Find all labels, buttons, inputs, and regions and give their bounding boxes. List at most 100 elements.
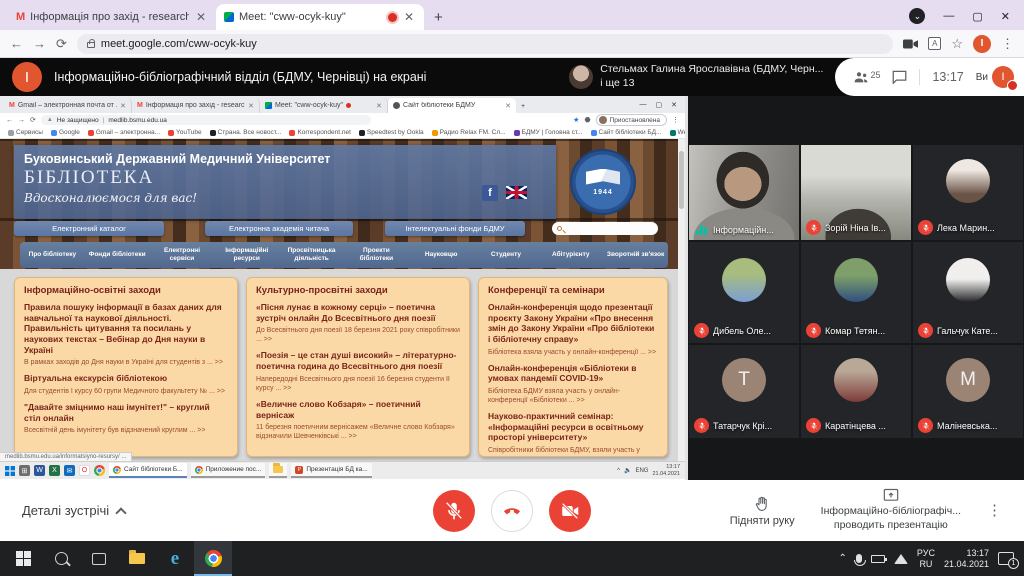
close-icon[interactable]: ✕ bbox=[505, 102, 511, 110]
translate-icon[interactable]: А bbox=[928, 37, 941, 50]
taskbar-window-presentation[interactable]: PПрезентація БД ка... bbox=[291, 463, 371, 478]
participant-tile-video[interactable]: Зорій Ніна Ів... bbox=[801, 145, 911, 240]
inner-lang[interactable]: ENG bbox=[635, 468, 648, 474]
mic-in-use-icon[interactable] bbox=[856, 554, 862, 563]
back-button[interactable]: ← bbox=[10, 36, 23, 51]
close-icon[interactable]: ✕ bbox=[402, 10, 416, 24]
participant-tile[interactable]: Каратінцева ... bbox=[801, 345, 911, 438]
sharing-paused-pill[interactable]: Приостановлена bbox=[596, 114, 667, 126]
nav-student[interactable]: Студенту bbox=[474, 251, 539, 259]
start-button[interactable] bbox=[5, 466, 15, 476]
close-button[interactable]: ✕ bbox=[671, 101, 677, 109]
menu-dots-icon[interactable]: ⋮ bbox=[1001, 36, 1014, 52]
language-indicator[interactable]: РУС RU bbox=[917, 548, 935, 570]
article-title[interactable]: «Поезія – це стан душі високий» – літера… bbox=[256, 350, 460, 371]
camera-off-button[interactable] bbox=[549, 490, 591, 532]
nav-feedback[interactable]: Зворотній зв'язок bbox=[603, 251, 668, 259]
bookmark-star-icon[interactable]: ☆ bbox=[951, 36, 963, 52]
volume-icon[interactable]: 🔈 bbox=[624, 467, 631, 474]
opera-icon[interactable]: O bbox=[79, 465, 90, 476]
funds-button[interactable]: Інтелектуальні фонди БДМУ bbox=[385, 221, 525, 236]
notification-center-icon[interactable]: 1 bbox=[998, 552, 1014, 565]
article-teaser[interactable]: Бібліотека взяла участь у онлайн-конфере… bbox=[488, 348, 658, 357]
forward-button[interactable]: → bbox=[18, 117, 25, 124]
mute-mic-button[interactable] bbox=[433, 490, 475, 532]
article-title[interactable]: Правила пошуку інформації в базах даних … bbox=[24, 302, 228, 355]
edge-icon[interactable]: e bbox=[156, 541, 194, 576]
article-title[interactable]: «Величне слово Кобзаря» – поетичний верн… bbox=[256, 399, 460, 420]
article-teaser[interactable]: Напередодні Всесвітнього дня поезії 16 б… bbox=[256, 375, 460, 393]
inner-tab-gmail[interactable]: M Gmail – электронная почта от ...✕ bbox=[4, 98, 132, 113]
chrome-icon[interactable] bbox=[94, 465, 105, 476]
inner-clock[interactable]: 13:17 21.04.2021 bbox=[652, 464, 680, 478]
chat-icon[interactable] bbox=[892, 70, 907, 84]
taskbar-window-app[interactable]: Приложение пос... bbox=[191, 463, 266, 478]
participants-button[interactable]: 25 bbox=[853, 70, 880, 84]
task-view-button[interactable] bbox=[80, 541, 118, 576]
taskbar-window-library[interactable]: Сайт бібліотеки Б... bbox=[109, 463, 187, 478]
nav-funds[interactable]: Фонди бібліотеки bbox=[85, 251, 150, 259]
address-bar[interactable]: meet.google.com/cww-ocyk-kuy bbox=[77, 34, 893, 54]
close-icon[interactable]: ✕ bbox=[248, 102, 254, 110]
word-icon[interactable]: W bbox=[34, 465, 45, 476]
article-title[interactable]: Науково-практичний семінар: «Інформаційн… bbox=[488, 411, 658, 443]
bookmark-item[interactable]: Страна. Все новост... bbox=[210, 129, 282, 136]
inner-tab-library[interactable]: Сайт бібліотеки БДМУ✕ bbox=[388, 98, 516, 113]
article-teaser[interactable]: В рамках заходів до Дня науки в Україні … bbox=[24, 358, 228, 367]
file-explorer-icon[interactable] bbox=[118, 541, 156, 576]
chrome-icon[interactable] bbox=[194, 541, 232, 576]
bookmark-item[interactable]: Сайт бібліотеки БД... bbox=[591, 129, 662, 136]
forward-button[interactable]: → bbox=[33, 36, 46, 51]
bookmark-item[interactable]: Korrespondent.net bbox=[289, 129, 350, 136]
maximize-button[interactable]: ▢ bbox=[656, 101, 663, 109]
uk-flag-icon[interactable] bbox=[506, 186, 527, 199]
article-teaser[interactable]: Бібліотека БДМУ взяла участь у онлайн-ко… bbox=[488, 387, 658, 405]
bookmark-item[interactable]: Speedtest by Ookla bbox=[359, 129, 424, 136]
reload-button[interactable]: ⟳ bbox=[30, 116, 36, 124]
nav-scientist[interactable]: Науковцю bbox=[409, 251, 474, 259]
nav-applicant[interactable]: Абітурієнту bbox=[538, 251, 603, 259]
article-teaser[interactable]: Всесвітній день імунітету був відзначени… bbox=[24, 426, 228, 435]
catalog-button[interactable]: Електронний каталог bbox=[14, 221, 164, 236]
bookmark-item[interactable]: Google bbox=[51, 129, 80, 136]
clock[interactable]: 13:17 21.04.2021 bbox=[944, 548, 989, 570]
minimize-button[interactable]: — bbox=[640, 101, 647, 109]
inner-address-bar[interactable]: ▲ Не защищено | medlib.bsmu.edu.ua bbox=[41, 115, 371, 125]
nav-education[interactable]: Просвітницька діяльність bbox=[279, 247, 344, 263]
facebook-icon[interactable]: f bbox=[482, 185, 498, 201]
inner-tab-info[interactable]: M Інформація про захід - research✕ bbox=[132, 98, 260, 113]
reload-button[interactable]: ⟳ bbox=[56, 36, 67, 52]
new-tab-button[interactable]: + bbox=[516, 103, 530, 113]
close-button[interactable]: ✕ bbox=[1001, 10, 1010, 23]
nav-resources[interactable]: Інформаційні ресурси bbox=[214, 247, 279, 263]
bookmark-item[interactable]: Радио Relax FM. Сл... bbox=[432, 129, 506, 136]
bookmark-star-icon[interactable]: ★ bbox=[573, 116, 579, 124]
article-title[interactable]: «Пісня лунає в кожному серці» – поетична… bbox=[256, 302, 460, 323]
article-teaser[interactable]: Співробітники бібліотеки БДМУ, взяли уча… bbox=[488, 446, 658, 455]
browser-tab-gmail[interactable]: M Інформація про захід - research ✕ bbox=[8, 4, 216, 30]
participant-tile[interactable]: Комар Тетян... bbox=[801, 242, 911, 343]
bookmark-item[interactable]: Webex Events bbox=[670, 129, 686, 136]
bookmark-item[interactable]: БДМУ | Головна ст... bbox=[514, 129, 583, 136]
bookmark-item[interactable]: Gmail – электронна... bbox=[88, 129, 160, 136]
nav-projects[interactable]: Проекти бібліотеки bbox=[344, 247, 409, 263]
more-options-icon[interactable]: ⋮ bbox=[987, 508, 1002, 513]
article-teaser[interactable]: До Всесвітнього дня поезії 18 березня 20… bbox=[256, 326, 460, 344]
tray-chevron-icon[interactable]: ⌃ bbox=[839, 553, 847, 564]
tray-chevron-icon[interactable]: ^ bbox=[617, 468, 620, 474]
menu-dots-icon[interactable]: ⋮ bbox=[672, 116, 679, 124]
participant-tile[interactable]: М Маліневська... bbox=[913, 345, 1023, 438]
new-tab-button[interactable]: + bbox=[424, 9, 453, 30]
mail-icon[interactable]: ✉ bbox=[64, 465, 75, 476]
wifi-icon[interactable] bbox=[894, 554, 908, 564]
nav-eservices[interactable]: Електронні сервіси bbox=[150, 247, 215, 263]
article-title[interactable]: Онлайн-конференція «Бібліотеки в умовах … bbox=[488, 363, 658, 384]
profile-avatar[interactable]: І bbox=[973, 35, 991, 53]
extensions-icon[interactable]: ⬣ bbox=[584, 116, 590, 124]
task-view-icon[interactable]: ⊞ bbox=[19, 465, 30, 476]
close-icon[interactable]: ✕ bbox=[376, 102, 382, 110]
camera-in-use-icon[interactable] bbox=[903, 38, 918, 50]
start-button[interactable] bbox=[4, 541, 42, 576]
site-search-input[interactable] bbox=[552, 222, 658, 235]
participant-tile[interactable]: Т Татарчук Крі... bbox=[689, 345, 799, 438]
